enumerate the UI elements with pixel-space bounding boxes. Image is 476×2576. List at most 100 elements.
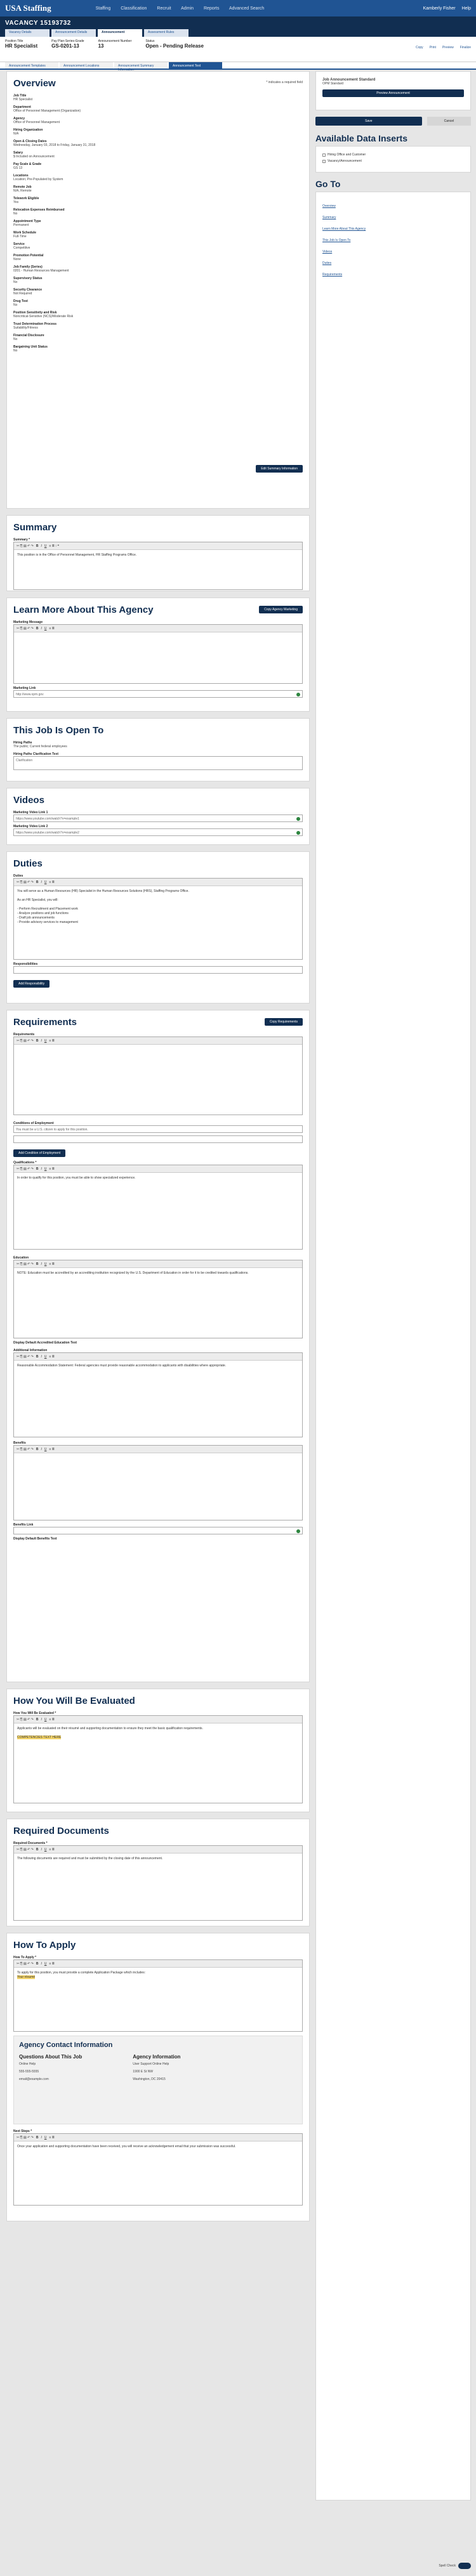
goto-heading: Go To	[315, 179, 341, 189]
valid-check-icon	[296, 831, 300, 835]
nav-reports[interactable]: Reports	[204, 6, 220, 11]
editor-toolbar[interactable]: ✂ ⎘ ▤ ↶ ↷ B I U ≡ ≣	[14, 2134, 302, 2141]
editor-toolbar[interactable]: ✂ ⎘ ▤ ↶ ↷ B I U ≡ ≣	[14, 879, 302, 886]
required-docs-text[interactable]: The following documents are required and…	[14, 1854, 302, 1920]
goto-duties[interactable]: Duties	[322, 261, 331, 265]
info-position-title: Position Title HR Specialist	[5, 39, 38, 49]
preview-announcement-button[interactable]: Preview Announcement	[322, 89, 464, 97]
print-link[interactable]: Print	[430, 46, 436, 49]
copy-link[interactable]: Copy	[416, 46, 423, 49]
goto-overview[interactable]: Overview	[322, 204, 336, 208]
tab-announcement-details[interactable]: Announcement Details	[51, 29, 96, 37]
evaluated-editor[interactable]: ✂ ⎘ ▤ ↶ ↷ B I U ≡ ≣ Applicants will be e…	[13, 1715, 303, 1803]
next-steps-text[interactable]: Once your application and supporting doc…	[14, 2141, 302, 2205]
summary-editor[interactable]: ✂ ⎘ ▤ ↶ ↷ B I U ≡ ≣ ⁝ ❝ This position is…	[13, 542, 303, 590]
copy-requirements-button[interactable]: Copy Requirements	[264, 1018, 303, 1026]
tab-vacancy-details[interactable]: Vacancy Details	[5, 29, 50, 37]
duties-editor[interactable]: ✂ ⎘ ▤ ↶ ↷ B I U ≡ ≣ You will serve as a …	[13, 878, 303, 960]
subtab-announcement-text[interactable]: Announcement Text	[169, 62, 222, 69]
goto-learn-more[interactable]: Learn More About This Agency	[322, 227, 366, 231]
requirements-area[interactable]	[14, 1045, 302, 1115]
user-menu[interactable]: Kamberly Fisher	[423, 6, 456, 11]
spell-check-label: Spell Check	[439, 2564, 456, 2568]
nav-admin[interactable]: Admin	[181, 6, 194, 11]
condition-input[interactable]: You must be a U.S. citizen to apply for …	[13, 1125, 303, 1133]
overview-field-value: No	[13, 212, 18, 216]
add-condition-button[interactable]: Add Condition of Employment	[13, 1149, 66, 1157]
subtab-templates[interactable]: Announcement Templates	[5, 62, 58, 69]
tab-assessment-rules[interactable]: Assessment Rules	[144, 29, 188, 37]
goto-summary[interactable]: Summary	[322, 216, 336, 219]
benefits-default-checkbox[interactable]: Display Default Benefits Text	[13, 1537, 303, 1541]
apply-text[interactable]: To apply for this position, you must pro…	[14, 1968, 302, 2031]
tab-announcement[interactable]: Announcement	[98, 29, 142, 37]
app-logo[interactable]: USA Staffing	[5, 3, 51, 13]
overview-field-value: GS 13	[13, 166, 23, 170]
overview-field-value: Permanent	[13, 223, 29, 227]
qualifications-editor[interactable]: ✂ ⎘ ▤ ↶ ↷ B I U ≡ ≣ In order to qualify …	[13, 1165, 303, 1250]
save-button[interactable]: Save	[315, 117, 422, 126]
spell-check-toggle[interactable]	[458, 2563, 471, 2569]
editor-toolbar[interactable]: ✂ ⎘ ▤ ↶ ↷ B I U ≡ ≣	[14, 1037, 302, 1045]
agency-online-help[interactable]: User Support Online Help	[133, 2062, 180, 2066]
goto-videos[interactable]: Videos	[322, 250, 332, 254]
subtab-locations[interactable]: Announcement Locations	[60, 62, 113, 69]
main-nav: Staffing Classification Recruit Admin Re…	[96, 6, 274, 11]
marketing-message-editor[interactable]: ✂ ⎘ ▤ ↶ ↷ B I U ≡ ≣	[13, 624, 303, 684]
insert-vacancy[interactable]: Vacancy/Announcement	[322, 159, 464, 163]
duties-text[interactable]: You will serve as a Human Resources (HR)…	[14, 886, 302, 959]
next-steps-editor[interactable]: ✂ ⎘ ▤ ↶ ↷ B I U ≡ ≣ Once your applicatio…	[13, 2133, 303, 2206]
goto-requirements[interactable]: Requirements	[322, 273, 342, 277]
editor-toolbar[interactable]: ✂ ⎘ ▤ ↶ ↷ B I U ≡ ≣	[14, 1716, 302, 1723]
video1-input[interactable]: https://www.youtube.com/watch?v=example1	[13, 814, 303, 822]
video2-input[interactable]: https://www.youtube.com/watch?v=example2	[13, 828, 303, 836]
help-link[interactable]: Help	[462, 6, 471, 11]
requirements-heading: Requirements	[13, 1017, 77, 1028]
education-text[interactable]: NOTE: Education must be accredited by an…	[14, 1268, 302, 1338]
contact-email[interactable]: email@example.com	[19, 2077, 82, 2081]
marketing-link-input[interactable]: http://www.opm.gov	[13, 690, 303, 698]
edit-summary-info-button[interactable]: Edit Summary Information	[256, 465, 303, 473]
evaluated-text[interactable]: Applicants will be evaluated on their ré…	[14, 1723, 302, 1803]
marketing-message-area[interactable]	[14, 632, 302, 683]
editor-toolbar[interactable]: ✂ ⎘ ▤ ↶ ↷ B I U ≡ ≣	[14, 1446, 302, 1453]
goto-open-to[interactable]: This Job Is Open To	[322, 239, 350, 242]
preview-link[interactable]: Preview	[442, 46, 454, 49]
finalize-link[interactable]: Finalize	[460, 46, 471, 49]
qualifications-text[interactable]: In order to qualify for this position, y…	[14, 1173, 302, 1249]
editor-toolbar[interactable]: ✂ ⎘ ▤ ↶ ↷ B I U ≡ ≣	[14, 1846, 302, 1854]
cancel-button[interactable]: Cancel	[426, 117, 471, 126]
nav-classification[interactable]: Classification	[121, 6, 147, 11]
editor-toolbar[interactable]: ✂ ⎘ ▤ ↶ ↷ B I U ≡ ≣	[14, 1165, 302, 1173]
add-responsibility-button[interactable]: Add Responsibility	[13, 980, 50, 988]
overview-field-value: No	[13, 303, 18, 307]
additional-info-text[interactable]: Reasonable Accommodation Statement: Fede…	[14, 1361, 302, 1437]
nav-recruit[interactable]: Recruit	[157, 6, 171, 11]
insert-hiring-office[interactable]: Hiring Office and Customer	[322, 153, 464, 157]
requirements-editor[interactable]: ✂ ⎘ ▤ ↶ ↷ B I U ≡ ≣	[13, 1036, 303, 1115]
additional-info-editor[interactable]: ✂ ⎘ ▤ ↶ ↷ B I U ≡ ≣ Reasonable Accommoda…	[13, 1352, 303, 1437]
editor-toolbar[interactable]: ✂ ⎘ ▤ ↶ ↷ B I U ≡ ≣	[14, 1260, 302, 1268]
benefits-link-input[interactable]	[13, 1527, 303, 1534]
responsibility-input[interactable]	[13, 966, 303, 974]
benefits-editor[interactable]: ✂ ⎘ ▤ ↶ ↷ B I U ≡ ≣	[13, 1445, 303, 1520]
education-editor[interactable]: ✂ ⎘ ▤ ↶ ↷ B I U ≡ ≣ NOTE: Education must…	[13, 1260, 303, 1338]
apply-editor[interactable]: ✂ ⎘ ▤ ↶ ↷ B I U ≡ ≣ To apply for this po…	[13, 1959, 303, 2032]
education-default-checkbox[interactable]: Display Default Accredited Education Tex…	[13, 1341, 303, 1345]
condition-input-empty[interactable]	[13, 1135, 303, 1143]
required-docs-editor[interactable]: ✂ ⎘ ▤ ↶ ↷ B I U ≡ ≣ The following docume…	[13, 1845, 303, 1921]
nav-staffing[interactable]: Staffing	[96, 6, 111, 11]
contact-online-help[interactable]: Online Help	[19, 2062, 82, 2066]
benefits-area[interactable]	[14, 1453, 302, 1520]
editor-toolbar[interactable]: ✂ ⎘ ▤ ↶ ↷ B I U ≡ ≣	[14, 1353, 302, 1361]
main-column: Overview * indicates a required field Jo…	[6, 71, 310, 2228]
clarification-input[interactable]: Clarification	[13, 756, 303, 770]
summary-text[interactable]: This position is in the Office of Person…	[14, 550, 302, 589]
editor-toolbar[interactable]: ✂ ⎘ ▤ ↶ ↷ B I U ≡ ≣ ⁝ ❝	[14, 542, 302, 550]
copy-agency-marketing-button[interactable]: Copy Agency Marketing	[259, 606, 303, 613]
editor-toolbar[interactable]: ✂ ⎘ ▤ ↶ ↷ B I U ≡ ≣	[14, 625, 302, 632]
subtab-summary-info[interactable]: Announcement Summary Information	[114, 62, 168, 72]
overview-field-value: N/A	[13, 132, 19, 136]
editor-toolbar[interactable]: ✂ ⎘ ▤ ↶ ↷ B I U ≡ ≣	[14, 1960, 302, 1968]
nav-advanced-search[interactable]: Advanced Search	[229, 6, 264, 11]
